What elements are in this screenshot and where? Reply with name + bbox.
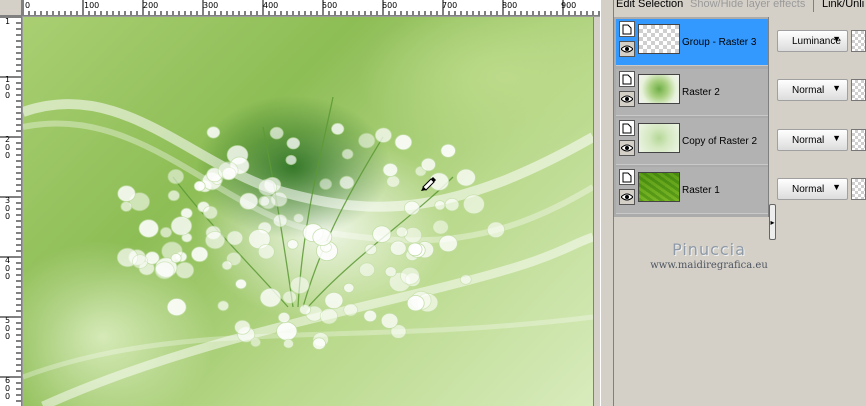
layers-toolbar: Edit Selection Show/Hide layer effects L…	[614, 0, 866, 13]
blend-mode-select[interactable]: Normal ▼	[777, 178, 848, 200]
layer-name: Raster 1	[682, 185, 720, 196]
ruler-label: 700	[442, 1, 458, 10]
eye-icon[interactable]	[619, 41, 635, 57]
flower-artwork	[23, 96, 593, 406]
toolbar-divider	[813, 0, 814, 12]
layer-row-raster-2[interactable]: Raster 2	[616, 69, 768, 116]
canvas-scrollbar[interactable]	[593, 17, 600, 406]
layer-thumbnail	[638, 123, 680, 153]
layers-panel: Edit Selection Show/Hide layer effects L…	[614, 0, 866, 406]
ruler-label: 800	[502, 1, 518, 10]
ruler-label: 600	[382, 1, 398, 10]
layer-page-icon[interactable]	[619, 71, 635, 87]
layer-row-raster-1[interactable]: Raster 1	[616, 167, 768, 214]
show-hide-effects-button[interactable]: Show/Hide layer effects	[690, 0, 805, 10]
chevron-right-icon[interactable]: ▸	[769, 204, 776, 240]
chevron-down-icon: ▼	[832, 133, 841, 143]
watermark-url: www.maidiregrafica.eu	[650, 260, 768, 271]
blend-mode-value: Normal	[792, 85, 825, 96]
ruler-label: 600	[4, 376, 11, 401]
layer-name: Group - Raster 3	[682, 37, 757, 48]
app-window: 0 100 200 300 400 500 600 700 800 900 1 …	[0, 0, 866, 406]
ruler-label: 300	[4, 196, 11, 221]
blend-mode-select[interactable]: Normal ▼	[777, 79, 848, 101]
blend-mode-select[interactable]: Luminance ▼	[777, 30, 848, 52]
layer-mask-thumbnail	[851, 129, 866, 151]
layer-list: Group - Raster 3 Raster 2 Copy of Raster…	[614, 17, 769, 217]
layer-row-group-raster-3[interactable]: Group - Raster 3	[616, 19, 768, 66]
ruler-label: 500	[322, 1, 338, 10]
layer-page-icon[interactable]	[619, 169, 635, 185]
ruler-label: 400	[263, 1, 279, 10]
layer-mask-thumbnail	[851, 30, 866, 52]
blend-mode-select[interactable]: Normal ▼	[777, 129, 848, 151]
chevron-down-icon: ▼	[832, 83, 841, 93]
chevron-down-icon: ▼	[832, 34, 841, 44]
ruler-label: 400	[4, 256, 11, 281]
blend-mode-value: Normal	[792, 184, 825, 195]
layer-name: Raster 2	[682, 87, 720, 98]
ruler-label: 500	[4, 316, 11, 341]
blend-mode-value: Normal	[792, 135, 825, 146]
layer-name: Copy of Raster 2	[682, 136, 758, 147]
layer-page-icon[interactable]	[619, 120, 635, 136]
ruler-label: 1	[4, 17, 11, 26]
chevron-down-icon: ▼	[832, 182, 841, 192]
eye-icon[interactable]	[619, 91, 635, 107]
edit-selection-button[interactable]: Edit Selection	[616, 0, 683, 10]
link-unlink-button[interactable]: Link/Unli	[822, 0, 864, 10]
ruler-label: 200	[143, 1, 159, 10]
panel-splitter[interactable]	[600, 0, 614, 406]
ruler-label: 900	[561, 1, 577, 10]
eye-icon[interactable]	[619, 140, 635, 156]
canvas-pane: 0 100 200 300 400 500 600 700 800 900 1 …	[0, 0, 600, 406]
layer-page-icon[interactable]	[619, 21, 635, 37]
ruler-vertical: 1 100 200 300 400 500 600	[0, 16, 22, 406]
layer-mask-thumbnail	[851, 79, 866, 101]
image-canvas[interactable]	[23, 17, 593, 406]
eye-icon[interactable]	[619, 189, 635, 205]
watermark: Pinuccia www.maidiregrafica.eu	[644, 240, 774, 271]
watermark-name: Pinuccia	[672, 240, 746, 259]
ruler-horizontal: 0 100 200 300 400 500 600 700 800 900	[22, 0, 600, 16]
ruler-label: 100	[4, 75, 11, 100]
layer-thumbnail	[638, 74, 680, 104]
layer-thumbnail	[638, 24, 680, 54]
ruler-label: 100	[84, 1, 100, 10]
ruler-corner	[0, 0, 22, 16]
blend-mode-column: Luminance ▼ Normal ▼ Normal ▼ Normal ▼	[777, 17, 866, 217]
layer-row-copy-of-raster-2[interactable]: Copy of Raster 2	[616, 118, 768, 165]
layer-mask-thumbnail	[851, 178, 866, 200]
ruler-label: 200	[4, 135, 11, 160]
ruler-label: 300	[203, 1, 219, 10]
layer-thumbnail	[638, 172, 680, 202]
ruler-label: 0	[25, 1, 31, 10]
